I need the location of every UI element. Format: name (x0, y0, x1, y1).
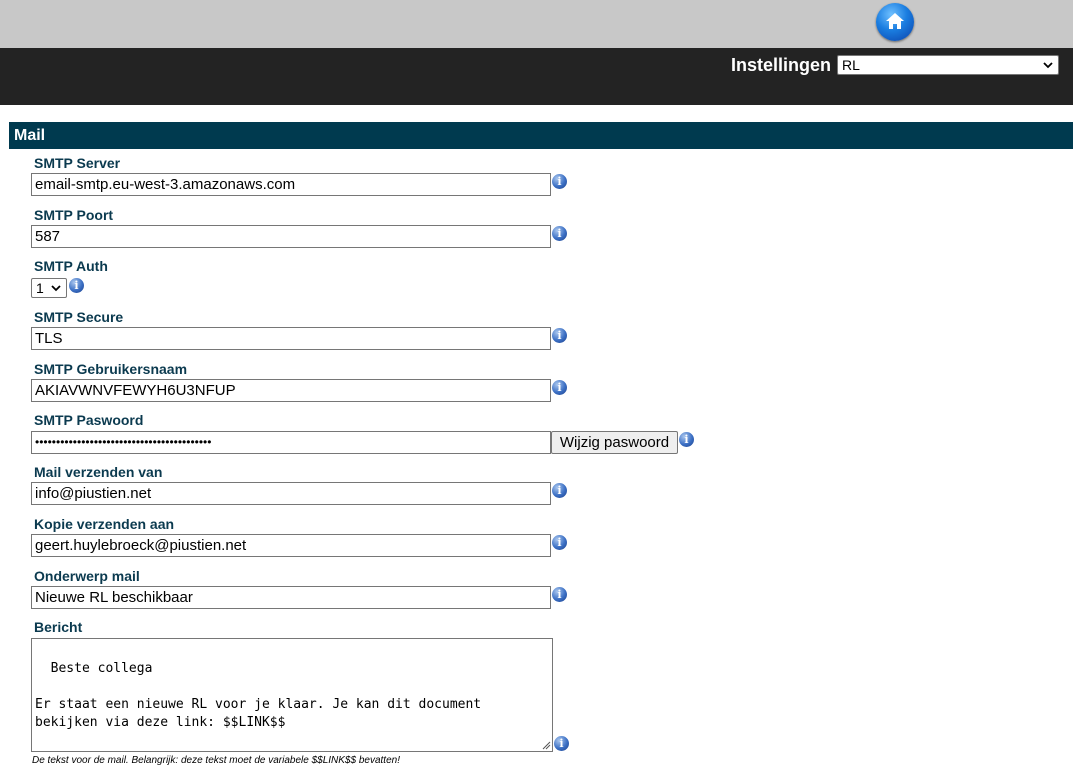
settings-select[interactable]: RL (837, 55, 1059, 75)
chevron-down-icon (51, 285, 61, 292)
smtp-user-label: SMTP Gebruikersnaam (34, 361, 188, 377)
section-header-mail: Mail (9, 122, 1073, 149)
smtp-user-input[interactable]: AKIAVWNVFEWYH6U3NFUP (31, 379, 551, 402)
info-icon[interactable]: i (552, 483, 567, 498)
smtp-server-label: SMTP Server (34, 155, 121, 171)
info-icon[interactable]: i (552, 328, 567, 343)
info-icon[interactable]: i (552, 380, 567, 395)
home-icon (886, 13, 904, 29)
mail-cc-label: Kopie verzenden aan (34, 516, 175, 532)
message-textarea[interactable]: Beste collega Er staat een nieuwe RL voo… (31, 638, 553, 752)
smtp-auth-select[interactable]: 1 (31, 278, 67, 298)
smtp-secure-label: SMTP Secure (34, 309, 124, 325)
info-icon[interactable]: i (552, 174, 567, 189)
smtp-password-input[interactable]: ••••••••••••••••••••••••••••••••••••••••… (31, 431, 551, 454)
mail-from-label: Mail verzenden van (34, 464, 163, 480)
smtp-secure-input[interactable]: TLS (31, 327, 551, 350)
mail-from-input[interactable]: info@piustien.net (31, 482, 551, 505)
info-icon[interactable]: i (554, 736, 569, 751)
settings-label: Instellingen (731, 55, 832, 75)
info-icon[interactable]: i (69, 278, 84, 293)
smtp-password-label: SMTP Paswoord (34, 412, 144, 428)
info-icon[interactable]: i (552, 535, 567, 550)
home-button[interactable] (876, 3, 914, 41)
mail-subject-label: Onderwerp mail (34, 568, 140, 584)
message-help-text: De tekst voor de mail. Belangrijk: deze … (32, 755, 400, 766)
change-password-button[interactable]: Wijzig paswoord (551, 431, 678, 454)
smtp-auth-value: 1 (36, 280, 44, 296)
chevron-down-icon (1043, 62, 1053, 69)
mail-subject-input[interactable]: Nieuwe RL beschikbaar (31, 586, 551, 609)
message-label: Bericht (34, 619, 83, 635)
info-icon[interactable]: i (552, 226, 567, 241)
smtp-server-input[interactable]: email-smtp.eu-west-3.amazonaws.com (31, 173, 551, 196)
settings-select-value: RL (842, 57, 860, 73)
smtp-auth-label: SMTP Auth (34, 258, 108, 274)
mail-cc-input[interactable]: geert.huylebroeck@piustien.net (31, 534, 551, 557)
message-text: Beste collega Er staat een nieuwe RL voo… (35, 661, 482, 730)
resize-grip-icon[interactable] (541, 740, 551, 750)
smtp-port-label: SMTP Poort (34, 207, 114, 223)
info-icon[interactable]: i (679, 432, 694, 447)
smtp-port-input[interactable]: 587 (31, 225, 551, 248)
info-icon[interactable]: i (552, 587, 567, 602)
top-bar (0, 0, 1073, 48)
